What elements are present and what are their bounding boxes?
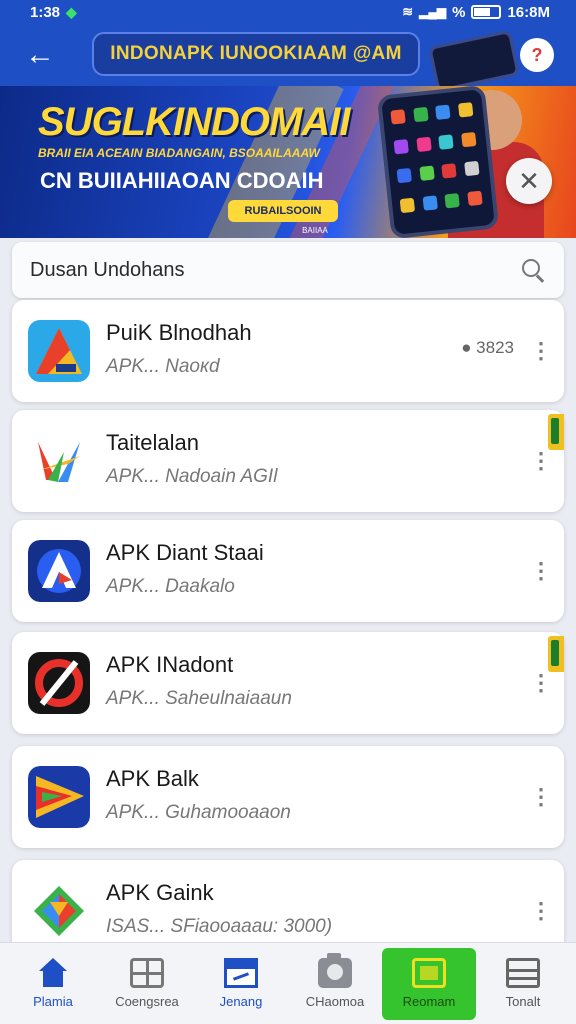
app-logo-icon xyxy=(28,540,90,602)
nav-calendar[interactable]: Jenang xyxy=(194,948,288,1020)
calendar-icon xyxy=(224,958,258,988)
nav-record[interactable]: Reomam xyxy=(382,947,476,1020)
back-arrow-icon[interactable]: ← xyxy=(22,38,58,72)
app-logo-icon xyxy=(28,652,90,714)
list-item[interactable]: Taitelalan APK... Nadoain AGIl ⋮ xyxy=(12,410,564,512)
search-bar[interactable]: Dusan Undohans xyxy=(12,242,564,298)
battery-icon xyxy=(471,5,502,19)
location-icon: ◆ xyxy=(66,3,77,20)
more-options-icon[interactable]: ⋮ xyxy=(530,782,552,812)
nav-camera[interactable]: CHaomoa xyxy=(288,948,382,1020)
app-subtitle: ISAS... SFiaooaaau: 3000) xyxy=(106,916,333,937)
more-options-icon[interactable]: ⋮ xyxy=(530,668,552,698)
nav-label: Coengsrea xyxy=(115,994,179,1009)
more-options-icon[interactable]: ⋮ xyxy=(530,446,552,476)
badge-tag xyxy=(548,636,564,672)
phone-illustration xyxy=(428,29,520,93)
close-banner-icon[interactable]: ✕ xyxy=(506,158,552,204)
list-item[interactable]: PuiK Blnodhah APK... Naoкd ● 3823 ⋮ xyxy=(12,300,564,402)
app-meta: ● 3823 xyxy=(461,338,514,357)
nav-list[interactable]: Tonalt xyxy=(476,948,570,1020)
app-logo-icon xyxy=(28,880,90,942)
nav-label: Jenang xyxy=(219,994,263,1009)
nav-label: Tonalt xyxy=(505,994,541,1009)
status-time: 1:38 xyxy=(30,3,61,21)
app-name: PuiK Blnodhah xyxy=(106,320,252,345)
phone-screen-illustration xyxy=(376,86,500,238)
app-subtitle: APK... Nadoain AGIl xyxy=(106,466,278,487)
banner-subline: BRAII EIA ACEAIN BIADANGAIN, BSOAAILAAAW xyxy=(38,146,320,160)
app-subtitle: APK... Daakalo xyxy=(106,576,235,597)
app-subtitle: APK... Saheulnaiaaun xyxy=(106,688,292,709)
promo-banner[interactable]: SUGLKINDOMAII BRAII EIA ACEAIN BIADANGAI… xyxy=(0,86,576,238)
app-name: APK Diant Staai xyxy=(106,540,264,565)
search-icon[interactable] xyxy=(520,257,546,283)
app-logo-icon xyxy=(28,320,90,382)
nav-label: CHaomoa xyxy=(305,994,365,1009)
signal-icon: ▂▄▆ xyxy=(419,5,447,19)
more-options-icon[interactable]: ⋮ xyxy=(530,556,552,586)
bottom-navigation: Plamia Coengsrea Jenang CHaomoa Reomam T… xyxy=(0,942,576,1024)
list-item[interactable]: APK INadont APK... Saheulnaiaaun ⋮ xyxy=(12,632,564,734)
list-icon xyxy=(506,958,540,988)
status-bar: 1:38 ◆ ≋ ▂▄▆ % 16:8M xyxy=(0,0,576,24)
list-item[interactable]: APK Balk APK... Guhamooaaon ⋮ xyxy=(12,746,564,848)
wifi-icon: ≋ xyxy=(402,4,414,19)
app-name: Taitelalan xyxy=(106,430,199,455)
app-logo-icon xyxy=(28,430,90,492)
app-subtitle: APK... Naoкd xyxy=(106,356,220,377)
banner-line2: CN BUIIAHIIAOAN CDOAIH xyxy=(40,168,324,193)
app-name: APK Balk xyxy=(106,766,199,791)
grid-icon xyxy=(130,958,164,988)
app-bar: ← INDONAPK IUNOOKIAAM @AM ? xyxy=(0,24,576,93)
app-logo-icon xyxy=(28,766,90,828)
avatar[interactable]: ? xyxy=(520,38,554,72)
nav-label: Plamia xyxy=(33,994,73,1009)
app-name: APK Gaink xyxy=(106,880,214,905)
page-title: INDONAPK IUNOOKIAAM @AM xyxy=(92,32,420,76)
home-icon xyxy=(36,958,70,988)
record-icon xyxy=(412,958,446,988)
banner-headline: SUGLKINDOMAII xyxy=(38,100,350,144)
nav-categories[interactable]: Coengsrea xyxy=(100,948,194,1020)
app-name: APK INadont xyxy=(106,652,234,677)
badge-tag xyxy=(548,414,564,450)
nav-home[interactable]: Plamia xyxy=(6,948,100,1020)
banner-cta-button[interactable]: RUBAILSOOIN xyxy=(228,200,338,222)
app-subtitle: APK... Guhamooaaon xyxy=(106,802,291,823)
percent-icon: % xyxy=(452,3,466,21)
banner-small-text: BAIIAA xyxy=(302,226,328,235)
more-options-icon[interactable]: ⋮ xyxy=(530,896,552,926)
camera-icon xyxy=(318,953,352,988)
status-clock: 16:8M xyxy=(507,3,550,21)
more-options-icon[interactable]: ⋮ xyxy=(530,336,552,366)
nav-label: Reomam xyxy=(402,994,456,1009)
search-input[interactable]: Dusan Undohans xyxy=(30,259,520,282)
list-item[interactable]: APK Diant Staai APK... Daakalo ⋮ xyxy=(12,520,564,622)
